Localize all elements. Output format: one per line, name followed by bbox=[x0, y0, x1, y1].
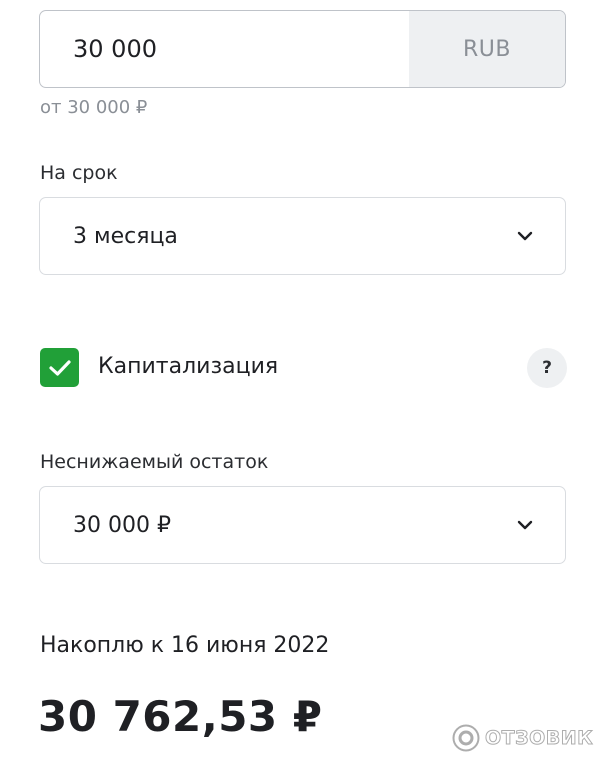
min-balance-selected-value: 30 000 ₽ bbox=[73, 512, 171, 538]
amount-field[interactable]: 30 000 RUB bbox=[39, 10, 566, 88]
amount-min-hint: от 30 000 ₽ bbox=[40, 97, 148, 118]
currency-label: RUB bbox=[409, 11, 565, 87]
total-amount: 30 762,53 ₽ bbox=[38, 692, 323, 741]
term-select[interactable]: 3 месяца bbox=[39, 197, 566, 275]
term-label: На срок bbox=[40, 162, 118, 184]
checkmark-icon bbox=[48, 359, 71, 376]
watermark: ОТЗОВИК bbox=[451, 723, 593, 753]
watermark-text: ОТЗОВИК bbox=[484, 727, 594, 750]
chevron-down-icon bbox=[517, 520, 533, 530]
capitalization-label[interactable]: Капитализация bbox=[98, 354, 278, 379]
min-balance-label: Неснижаемый остаток bbox=[40, 451, 269, 473]
chevron-down-icon bbox=[517, 231, 533, 241]
term-selected-value: 3 месяца bbox=[73, 223, 178, 249]
otzovik-logo-icon bbox=[452, 724, 480, 752]
accumulate-date-label: Накоплю к 16 июня 2022 bbox=[40, 633, 330, 658]
help-icon[interactable]: ? bbox=[527, 348, 567, 388]
amount-input[interactable]: 30 000 bbox=[40, 11, 409, 87]
capitalization-checkbox[interactable] bbox=[40, 348, 79, 387]
min-balance-select[interactable]: 30 000 ₽ bbox=[39, 486, 566, 564]
